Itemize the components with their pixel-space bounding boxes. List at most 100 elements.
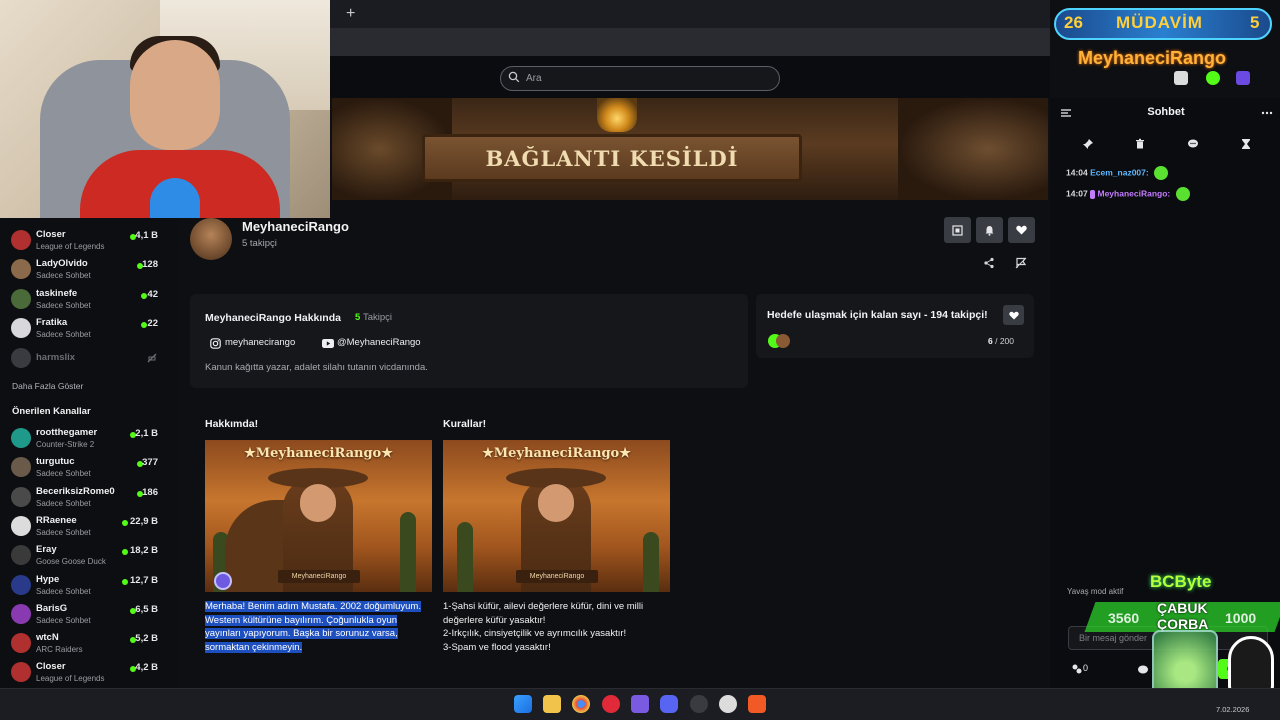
sidebar-item-rraenee[interactable]: RRaenee Sadece Sohbet 22,9 B [0, 511, 178, 540]
panel-link-badge[interactable] [214, 572, 232, 590]
panel-image-about[interactable]: ★MeyhaneciRango★ MeyhaneciRango [205, 440, 432, 592]
new-tab-button[interactable]: + [346, 6, 362, 22]
sidebar-item-barisg[interactable]: BarisG Sadece Sohbet 6,5 B [0, 599, 178, 628]
sidebar-item-label: Eray [36, 544, 57, 556]
sidebar-item-rootthegamer[interactable]: rootthegamer Counter-Strike 2 2,1 B [0, 423, 178, 452]
obs-icon[interactable] [690, 695, 708, 713]
channel-follower-count: 5 takipçi [242, 238, 277, 249]
lantern-image [597, 98, 637, 132]
sidebar-item-label: BeceriksizRome0 [36, 485, 115, 497]
emote-icon [1154, 166, 1169, 180]
recommended-channels-title: Önerilen Kanallar [12, 406, 91, 417]
overlay-streamer-name: MeyhaneciRango [1078, 48, 1227, 68]
live-indicator-icon [122, 549, 128, 556]
avatar [11, 457, 31, 478]
sidebar-item-ladyolvido[interactable]: LadyOlvido Sadece Sohbet 128 [0, 254, 178, 283]
sidebar-item-turgutuc[interactable]: turgutuc Sadece Sohbet 377 [0, 452, 178, 481]
channel-name[interactable]: MeyhaneciRango [242, 219, 349, 234]
sidebar-item-category: Sadece Sohbet [36, 498, 91, 508]
browser-address-bar[interactable] [330, 28, 1050, 56]
sidebar-item-closer[interactable]: Closer League of Legends 4,2 B [0, 657, 178, 686]
goal-current: 6 [988, 336, 993, 346]
chrome-icon[interactable] [572, 695, 590, 713]
viewer-count: 186 [142, 486, 158, 498]
sidebar-item-label: Closer [36, 229, 66, 240]
sidebar-item-fratika[interactable]: Fratika Sadece Sohbet 22 [0, 313, 178, 342]
loyalty-overlay-left-number: 26 [1064, 13, 1083, 32]
sidebar-item-closer[interactable]: Closer League of Legends 4,1 B [0, 225, 178, 254]
start-icon[interactable] [514, 695, 532, 713]
channel-avatar[interactable] [190, 218, 232, 260]
show-more-link[interactable]: Daha Fazla Göster [12, 381, 83, 391]
share-icon[interactable] [983, 257, 995, 269]
sidebar-item-category: ARC Raiders [36, 645, 83, 655]
report-icon[interactable] [1015, 257, 1027, 269]
notification-button[interactable] [976, 217, 1003, 243]
chat-title: Sohbet [1147, 106, 1185, 118]
clip-icon [952, 224, 963, 236]
sidebar-item-eray[interactable]: Eray Goose Goose Duck 18,2 B [0, 540, 178, 569]
follower-goal-card [756, 294, 1034, 358]
avatar [11, 515, 31, 536]
sidebar-item-wtcn[interactable]: wtcN ARC Raiders 5,2 B [0, 628, 178, 657]
hourglass-icon[interactable] [1240, 138, 1252, 150]
sidebar-item-beceriksizrome0[interactable]: BeceriksizRome0 Sadece Sohbet 186 [0, 482, 178, 511]
goal-text: Hedefe ulaşmak için kalan sayı - 194 tak… [767, 309, 988, 321]
sidebar-item-category: Goose Goose Duck [36, 557, 106, 567]
avatar [11, 348, 31, 368]
panel-image-sign: MeyhaneciRango [516, 570, 598, 583]
trash-icon[interactable] [1134, 138, 1146, 150]
avatar [11, 603, 31, 624]
panel-text-rules: 1-Şahsi küfür, ailevi değerlere küfür, d… [443, 601, 644, 653]
emote-icon [1175, 187, 1190, 201]
file-explorer-icon[interactable] [543, 695, 561, 713]
collapse-chat-icon[interactable] [1060, 107, 1072, 119]
goal-follow-button[interactable] [1003, 305, 1024, 325]
points-icon[interactable] [1071, 663, 1083, 675]
emote-picker-icon[interactable] [1137, 664, 1149, 676]
more-icon[interactable] [1261, 107, 1273, 119]
viewer-count: 42 [147, 288, 158, 300]
chat-bubble-icon[interactable] [1187, 138, 1199, 150]
sidebar-item-label: wtcN [36, 632, 59, 644]
selected-text: Merhaba! Benim adım Mustafa. 2002 doğuml… [205, 601, 421, 653]
viewer-count: 18,2 B [130, 545, 158, 557]
follow-button[interactable] [1008, 217, 1035, 243]
panel-image-rules[interactable]: ★MeyhaneciRango★ MeyhaneciRango [443, 440, 670, 592]
loyalty-overlay-title: MÜDAVİM [1116, 13, 1203, 32]
instagram-link[interactable]: meyhanecirango [225, 337, 295, 348]
about-follower-label: Takipçi [363, 312, 393, 323]
sidebar-item-label: taskinefe [36, 287, 78, 299]
chat-username[interactable]: Ecem_naz007: [1090, 167, 1149, 177]
chat-username[interactable]: MeyhaneciRango: [1098, 188, 1171, 198]
discord-icon[interactable] [660, 695, 678, 713]
sidebar-item-category: Sadece Sohbet [36, 271, 91, 281]
sidebar-item-label: LadyOlvido [36, 258, 88, 270]
panel-title-about: Hakkımda! [205, 418, 259, 430]
heart-icon [1016, 225, 1027, 235]
brave-icon[interactable] [748, 695, 766, 713]
viewer-count: 4,2 B [135, 662, 158, 674]
youtube-link[interactable]: @MeyhaneciRango [337, 337, 421, 348]
search-input[interactable] [524, 67, 764, 89]
sidebar-item-taskinefe[interactable]: taskinefe Sadece Sohbet 42 [0, 284, 178, 313]
sidebar-item-harmslix[interactable]: harmslix [0, 343, 178, 372]
viewer-count: 377 [142, 457, 158, 469]
offline-icon [147, 353, 157, 363]
heart-icon [1008, 311, 1019, 320]
chat-timestamp: 14:07 [1066, 188, 1088, 199]
sidebar-item-hype[interactable]: Hype Sadece Sohbet 12,7 B [0, 570, 178, 599]
about-follower-count: 5 [355, 312, 361, 323]
viewer-count: 12,7 B [130, 574, 158, 586]
sidebar-item-label: rootthegamer [36, 427, 98, 438]
clip-button[interactable] [944, 217, 971, 243]
panel-text-about: Merhaba! Benim adım Mustafa. 2002 doğuml… [205, 600, 435, 654]
pin-icon[interactable] [1082, 138, 1094, 150]
search-icon [508, 71, 520, 83]
overlay-score-left: 3560 [1108, 610, 1140, 626]
chatgpt-icon[interactable] [719, 695, 737, 713]
app-icon[interactable] [631, 695, 649, 713]
opera-icon[interactable] [602, 695, 620, 713]
avatar [11, 574, 31, 595]
avatar [11, 633, 31, 654]
